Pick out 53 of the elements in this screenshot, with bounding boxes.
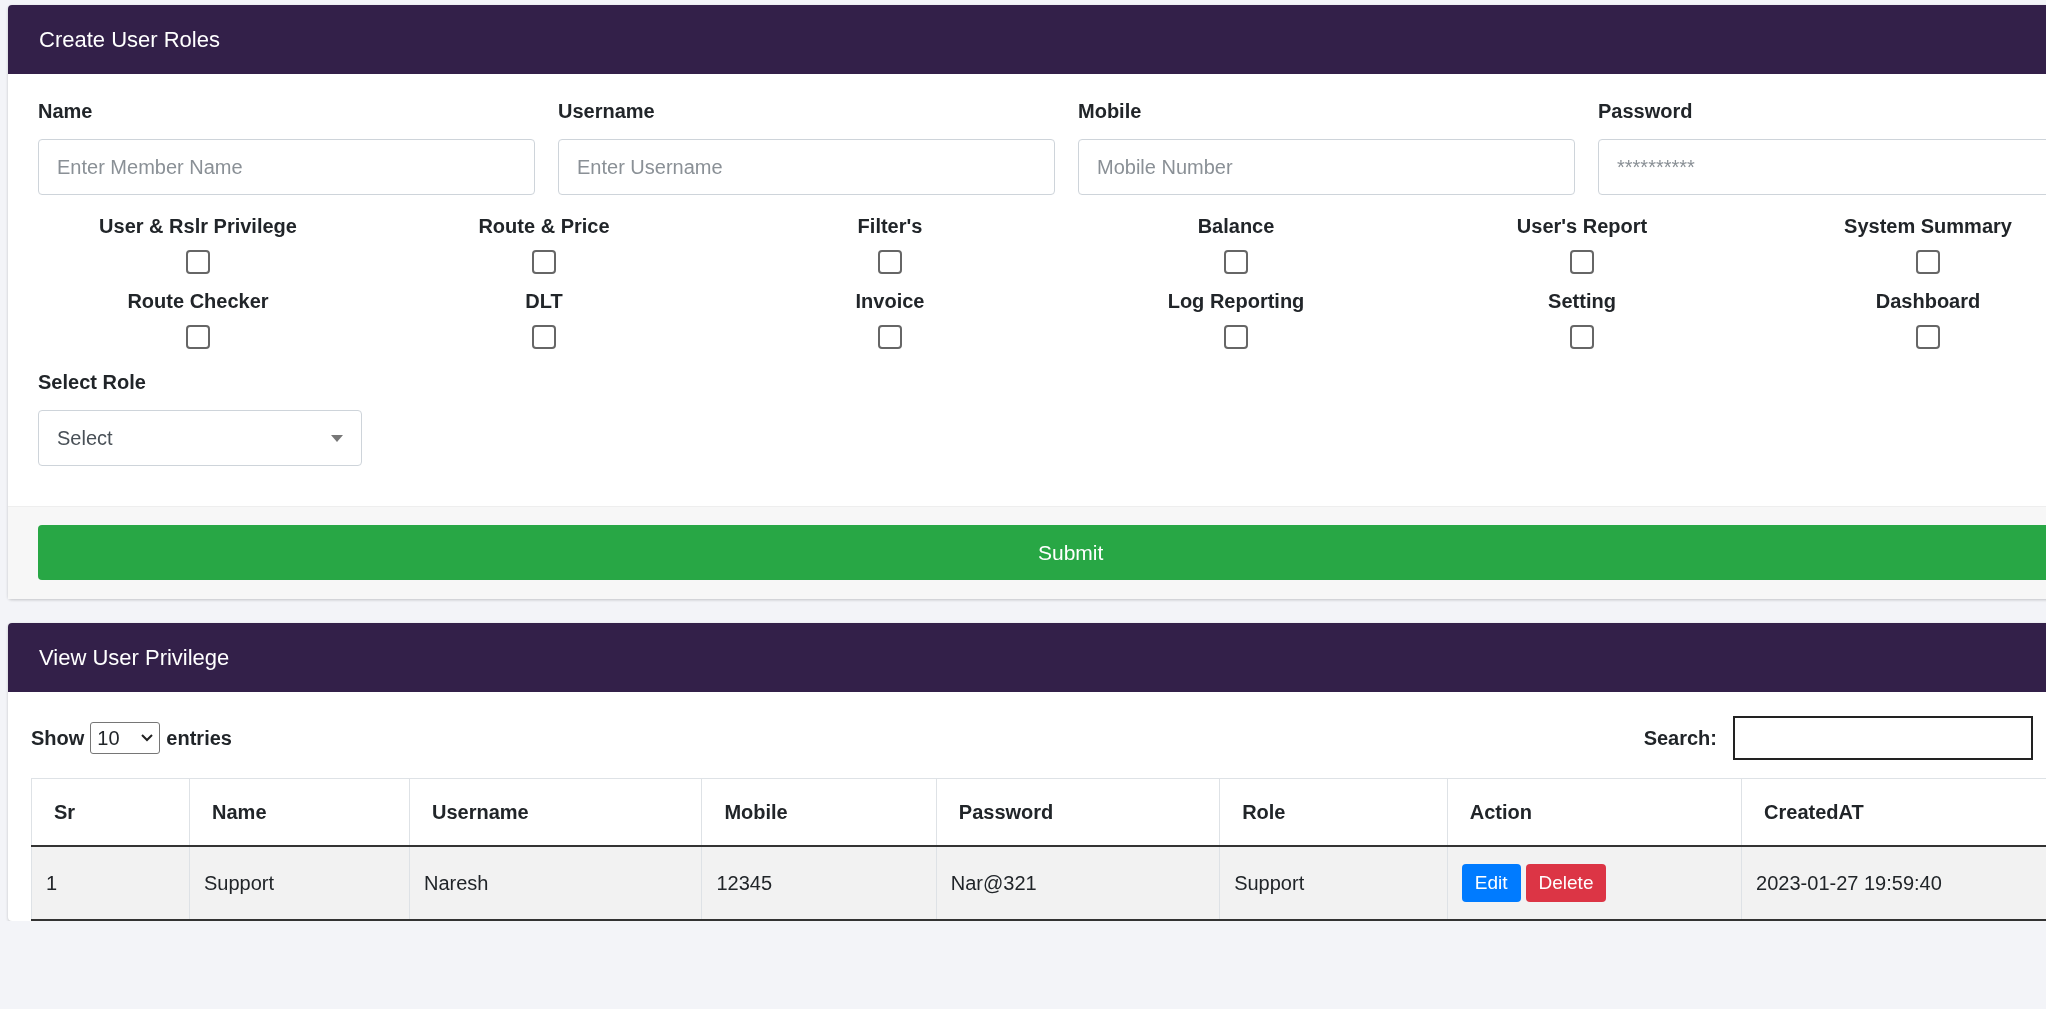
caret-icon [331,434,343,442]
privilege-label: Route & Price [478,215,610,238]
field-label: Select Role [38,371,147,394]
checkbox[interactable] [1570,325,1594,349]
table-cell: 2023-01-27 19:59:40 [1741,846,2046,920]
field-label: Username [558,100,656,123]
checkbox[interactable] [1570,250,1594,274]
entries-label: entries [166,726,232,750]
entries-select[interactable]: 10 [90,722,161,754]
privilege-label: DLT [525,290,563,313]
privilege-label: Dashboard [1875,290,1981,313]
edit-button[interactable]: Edit [1461,864,1521,902]
checkbox[interactable] [186,325,210,349]
field-label: Mobile [1078,100,1143,123]
checkbox[interactable] [1224,250,1248,274]
role-select[interactable]: Select [38,410,362,466]
input-field[interactable]: Enter Member Name [38,139,535,195]
checkbox[interactable] [186,250,210,274]
input-field[interactable]: Mobile Number [1078,139,1575,195]
privilege-label: Setting [1548,290,1616,313]
privilege-label: Log Reporting [1167,290,1305,313]
privilege-label: System Summary [1844,215,2012,238]
card-header: View User Privilege [8,623,2046,692]
table-cell: Nar@321 [936,846,1220,920]
card-header: Create User Roles [8,5,2046,74]
search-field[interactable] [1733,716,2033,760]
table-cell: Support [189,846,410,920]
checkbox[interactable] [878,250,902,274]
privilege-label: User & Rslr Privilege [99,215,297,238]
checkbox[interactable] [532,250,556,274]
checkbox[interactable] [878,325,902,349]
privilege-label: Route Checker [127,290,269,313]
search-label: Search: [1643,726,1717,750]
privilege-label: Balance [1197,215,1275,238]
table-cell: Naresh [409,846,702,920]
field-label: Password [1598,100,1694,123]
submit-button[interactable]: Submit [38,525,2046,580]
checkbox[interactable] [1916,250,1940,274]
privilege-label: Filter's [857,215,923,238]
checkbox[interactable] [1916,325,1940,349]
checkbox[interactable] [532,325,556,349]
checkbox[interactable] [1224,325,1248,349]
input-field[interactable]: ********** [1598,139,2046,195]
table-cell: Support [1219,846,1448,920]
delete-button[interactable]: Delete [1525,864,1607,902]
input-field[interactable]: Enter Username [558,139,1055,195]
chevron-icon [141,734,154,742]
privilege-label: Invoice [855,290,925,313]
table-cell: 1 [31,846,190,920]
field-label: Name [38,100,94,123]
show-label: Show [31,726,85,750]
privilege-label: User's Report [1516,215,1648,238]
table-cell: 12345 [701,846,937,920]
